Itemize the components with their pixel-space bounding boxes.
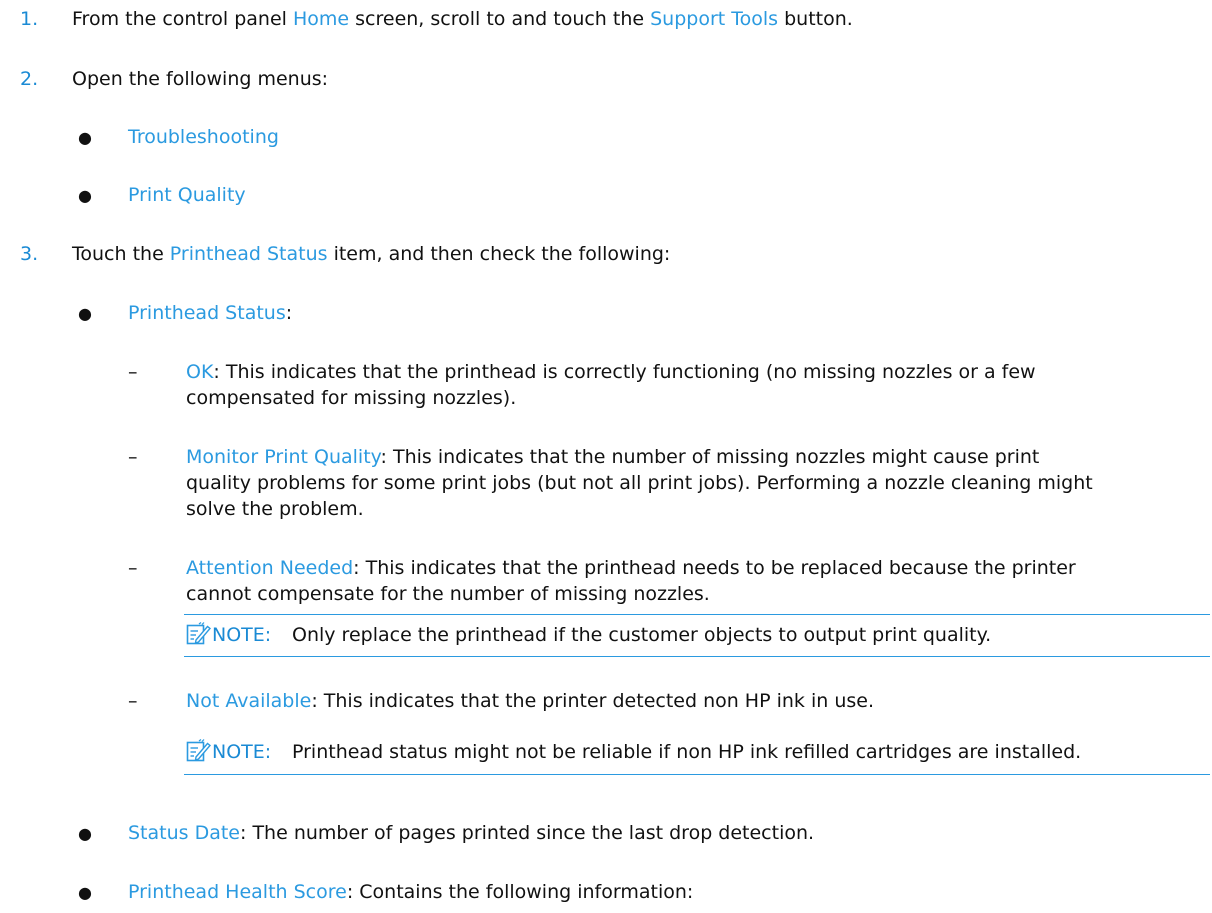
status-item-monitor: Monitor Print Quality: This indicates th…	[186, 446, 1093, 520]
bullet-icon: ●	[78, 824, 92, 843]
note-label: NOTE:	[212, 624, 272, 646]
step-1-text: From the control panel Home screen, scro…	[72, 8, 853, 30]
printhead-status-heading: Printhead Status:	[128, 302, 293, 324]
bullet-icon: ●	[78, 304, 92, 323]
note-text: Only replace the printhead if the custom…	[292, 624, 992, 646]
step-3-text: Touch the Printhead Status item, and the…	[72, 243, 671, 265]
dash-icon: –	[128, 690, 138, 712]
health-score-item: Printhead Health Score: Contains the fol…	[128, 881, 694, 903]
note-text: Printhead status might not be reliable i…	[292, 741, 1082, 763]
status-item-ok: OK: This indicates that the printhead is…	[186, 361, 1036, 409]
step-3-number: 3.	[20, 243, 39, 265]
troubleshooting-link: Troubleshooting	[128, 126, 279, 148]
status-item-attention: Attention Needed: This indicates that th…	[186, 557, 1076, 605]
dash-icon: –	[128, 361, 138, 383]
note-pencil-icon	[186, 622, 212, 645]
bullet-icon: ●	[78, 128, 92, 147]
note-bottom-rule	[184, 774, 1210, 775]
note-pencil-icon	[186, 739, 212, 762]
printhead-status-link: Printhead Status	[169, 243, 328, 265]
bullet-icon: ●	[78, 883, 92, 902]
print-quality-link: Print Quality	[128, 184, 246, 206]
dash-icon: –	[128, 557, 138, 579]
support-tools-link: Support Tools	[650, 8, 779, 30]
step-2-number: 2.	[20, 68, 39, 90]
note-top-rule	[184, 614, 1210, 615]
dash-icon: –	[128, 446, 138, 468]
document-page: 1. From the control panel Home screen, s…	[0, 0, 1212, 913]
note-label: NOTE:	[212, 741, 272, 763]
step-1-number: 1.	[20, 8, 39, 30]
status-date-item: Status Date: The number of pages printed…	[128, 822, 815, 844]
home-link: Home	[293, 8, 350, 30]
step-2-text: Open the following menus:	[72, 68, 329, 90]
status-item-not-available: Not Available: This indicates that the p…	[186, 690, 874, 712]
bullet-icon: ●	[78, 186, 92, 205]
note-bottom-rule	[184, 656, 1210, 657]
